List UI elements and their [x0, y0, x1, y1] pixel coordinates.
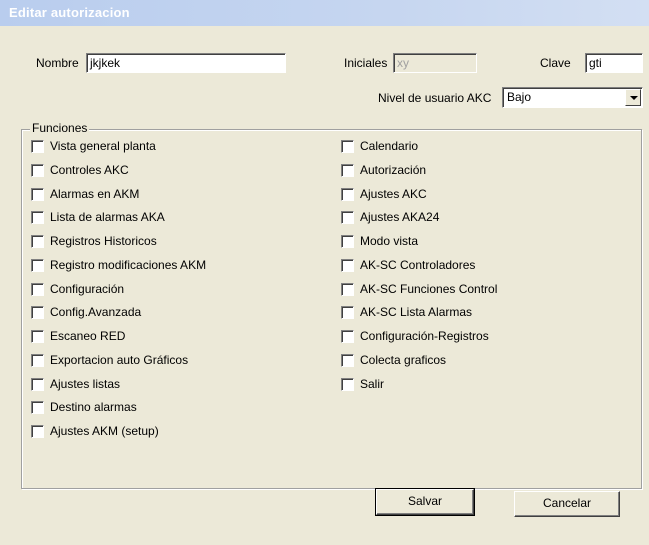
funcion-checkbox-label: Destino alarmas — [50, 400, 137, 414]
funcion-checkbox-label: Configuración — [50, 282, 125, 296]
nivel-usuario-label: Nivel de usuario AKC — [378, 91, 492, 105]
funcion-checkbox-label: AK-SC Lista Alarmas — [360, 305, 473, 319]
funcion-checkbox-label: Autorización — [360, 163, 427, 177]
save-button[interactable]: Salvar — [375, 488, 475, 516]
checkbox-icon[interactable] — [341, 259, 354, 272]
cancel-button[interactable]: Cancelar — [514, 491, 620, 517]
checkbox-icon[interactable] — [341, 330, 354, 343]
checkbox-icon[interactable] — [31, 235, 44, 248]
funcion-checkbox-label: Salir — [360, 377, 385, 391]
funcion-checkbox-label: Ajustes AKM (setup) — [50, 424, 159, 438]
checkbox-icon[interactable] — [341, 164, 354, 177]
funcion-checkbox-label: Vista general planta — [50, 139, 156, 153]
checkbox-icon[interactable] — [31, 140, 44, 153]
checkbox-icon[interactable] — [341, 283, 354, 296]
checkbox-icon[interactable] — [31, 330, 44, 343]
funcion-checkbox-label: Lista de alarmas AKA — [50, 210, 165, 224]
funcion-checkbox-label: Escaneo RED — [50, 329, 126, 343]
iniciales-label: Iniciales — [344, 56, 388, 70]
checkbox-icon[interactable] — [341, 235, 354, 248]
checkbox-icon[interactable] — [31, 306, 44, 319]
funcion-checkbox-label: Ajustes listas — [50, 377, 121, 391]
funcion-checkbox-label: Registros Historicos — [50, 234, 157, 248]
checkbox-icon[interactable] — [341, 188, 354, 201]
iniciales-field: xy — [393, 53, 477, 73]
nombre-field[interactable]: jkjkek — [86, 53, 286, 73]
funcion-checkbox-label: AK-SC Controladores — [360, 258, 476, 272]
nombre-label: Nombre — [36, 56, 79, 70]
funcion-checkbox-label: Modo vista — [360, 234, 419, 248]
checkbox-icon[interactable] — [341, 140, 354, 153]
checkbox-icon[interactable] — [31, 425, 44, 438]
funcion-checkbox-label: Ajustes AKA24 — [360, 210, 440, 224]
nivel-usuario-value: Bajo — [507, 90, 532, 104]
title-bar[interactable]: Editar autorizacion — [0, 0, 649, 26]
funcion-checkbox-label: Configuración-Registros — [360, 329, 489, 343]
checkbox-icon[interactable] — [31, 188, 44, 201]
nivel-usuario-select[interactable]: Bajo — [502, 87, 643, 108]
checkbox-icon[interactable] — [31, 164, 44, 177]
funcion-checkbox-label: Ajustes AKC — [360, 187, 427, 201]
checkbox-icon[interactable] — [31, 354, 44, 367]
funciones-group-label: Funciones — [30, 121, 90, 135]
clave-label: Clave — [540, 56, 571, 70]
checkbox-icon[interactable] — [341, 354, 354, 367]
chevron-down-icon[interactable] — [625, 89, 641, 106]
funcion-checkbox-label: Config.Avanzada — [50, 305, 142, 319]
checkbox-icon[interactable] — [31, 211, 44, 224]
funcion-checkbox-label: Exportacion auto Gráficos — [50, 353, 189, 367]
funcion-checkbox-label: Calendario — [360, 139, 419, 153]
checkbox-icon[interactable] — [341, 306, 354, 319]
checkbox-icon[interactable] — [341, 211, 354, 224]
funcion-checkbox-label: AK-SC Funciones Control — [360, 282, 498, 296]
funcion-checkbox-label: Controles AKC — [50, 163, 129, 177]
checkbox-icon[interactable] — [31, 259, 44, 272]
window-title: Editar autorizacion — [9, 5, 130, 20]
checkbox-icon[interactable] — [341, 378, 354, 391]
funcion-checkbox-label: Registro modificaciones AKM — [50, 258, 207, 272]
clave-field[interactable]: gti — [585, 53, 643, 73]
checkbox-icon[interactable] — [31, 401, 44, 414]
funcion-checkbox-label: Alarmas en AKM — [50, 187, 140, 201]
funcion-checkbox-label: Colecta graficos — [360, 353, 447, 367]
checkbox-icon[interactable] — [31, 378, 44, 391]
checkbox-icon[interactable] — [31, 283, 44, 296]
